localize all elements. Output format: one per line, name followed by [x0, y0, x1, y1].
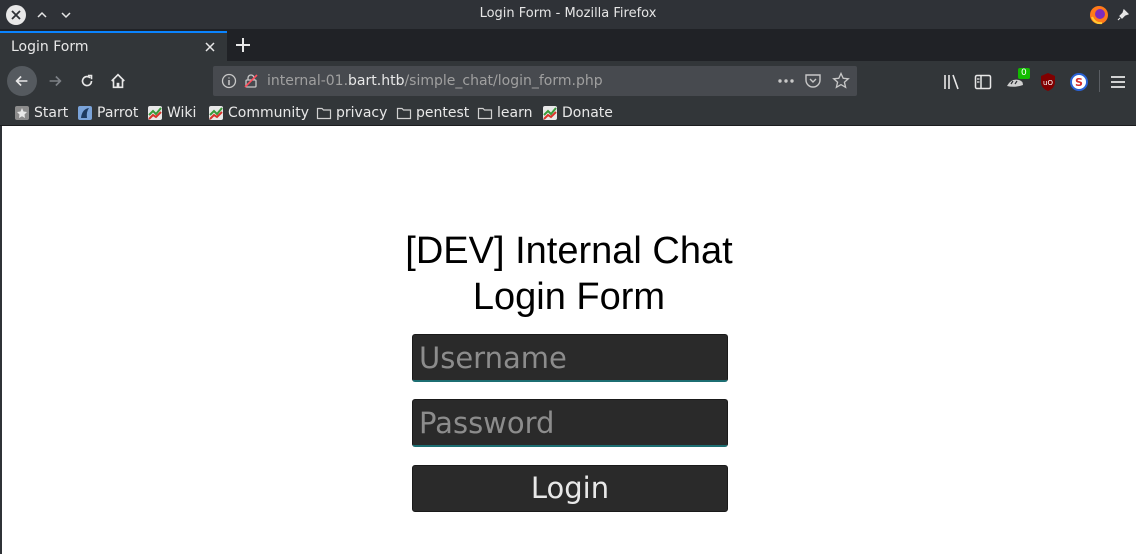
- login-button[interactable]: Login: [412, 465, 728, 512]
- arrow-left-icon: [15, 75, 28, 87]
- bookmark-folder-learn[interactable]: learn: [477, 104, 532, 122]
- window-titlebar: Login Form - Mozilla Firefox: [0, 0, 1136, 29]
- extension-badge: 0: [1018, 68, 1030, 79]
- url-host-prefix: internal-01.: [267, 73, 349, 89]
- wiki-icon: [148, 106, 162, 120]
- arrow-right-icon: [49, 75, 62, 87]
- home-button[interactable]: [104, 67, 132, 95]
- url-host: bart.htb: [348, 73, 405, 89]
- bookmark-community[interactable]: Community: [208, 104, 309, 122]
- more-actions-icon[interactable]: [776, 72, 796, 90]
- navigation-toolbar: internal-01.bart.htb/simple_chat/login_f…: [0, 61, 1136, 101]
- toolbar-separator: [1099, 70, 1100, 92]
- folder-icon: [396, 107, 412, 120]
- svg-text:S: S: [1075, 76, 1083, 89]
- library-icon[interactable]: [942, 72, 962, 92]
- bookmark-folder-privacy[interactable]: privacy: [316, 104, 387, 122]
- tab-close-icon[interactable]: [203, 40, 217, 54]
- s-extension-icon[interactable]: S: [1069, 72, 1089, 92]
- bookmark-label: Community: [228, 105, 310, 121]
- bookmark-donate[interactable]: Donate: [542, 104, 613, 122]
- donate-icon: [543, 106, 557, 120]
- tab-login-form[interactable]: Login Form: [0, 31, 227, 61]
- bookmark-label: Wiki: [167, 105, 197, 121]
- bookmark-folder-pentest[interactable]: pentest: [396, 104, 469, 122]
- back-button[interactable]: [7, 66, 37, 96]
- hamburger-menu-icon[interactable]: [1108, 72, 1128, 92]
- bookmark-label: Start: [34, 105, 69, 121]
- bookmark-wiki[interactable]: Wiki: [147, 104, 196, 122]
- tab-label: Login Form: [11, 39, 89, 55]
- svg-text:uO: uO: [1043, 79, 1053, 87]
- bookmark-start[interactable]: Start: [14, 104, 68, 122]
- bookmark-label: learn: [497, 105, 533, 121]
- password-input[interactable]: [412, 399, 728, 447]
- username-input[interactable]: [412, 334, 728, 382]
- bookmark-label: Donate: [562, 105, 613, 121]
- url-bar[interactable]: internal-01.bart.htb/simple_chat/login_f…: [213, 66, 857, 96]
- bookmark-parrot[interactable]: Parrot: [77, 104, 138, 122]
- reload-icon: [81, 74, 93, 87]
- forward-button[interactable]: [41, 67, 69, 95]
- insecure-lock-icon[interactable]: [243, 73, 259, 89]
- page-title-line2: Login Form: [472, 276, 666, 318]
- info-icon[interactable]: [221, 73, 237, 89]
- community-icon: [209, 106, 223, 120]
- ublock-icon[interactable]: uO: [1038, 72, 1058, 92]
- tab-strip: Login Form: [0, 29, 1136, 61]
- page-title: [DEV] Internal Chat Login Form: [2, 228, 1136, 320]
- url-path: /simple_chat/login_form.php: [404, 73, 603, 89]
- pocket-icon[interactable]: [804, 72, 822, 90]
- bookmark-label: Parrot: [97, 105, 139, 121]
- window-title: Login Form - Mozilla Firefox: [479, 6, 657, 21]
- bookmark-label: pentest: [416, 105, 470, 121]
- folder-icon: [316, 107, 332, 120]
- bookmark-star-icon[interactable]: [832, 72, 850, 90]
- pin-icon[interactable]: [1113, 5, 1133, 25]
- page-content: [DEV] Internal Chat Login Form Login: [0, 126, 1136, 554]
- reload-button[interactable]: [73, 67, 101, 95]
- bookmarks-bar: Start Parrot Wiki Community privacy pent…: [0, 101, 1136, 126]
- new-tab-icon[interactable]: [233, 35, 253, 55]
- home-icon: [111, 73, 125, 89]
- start-icon: [15, 106, 29, 120]
- bookmark-label: privacy: [336, 105, 388, 121]
- url-text[interactable]: internal-01.bart.htb/simple_chat/login_f…: [267, 73, 603, 89]
- parrot-icon: [78, 106, 92, 120]
- folder-icon: [477, 107, 493, 120]
- sidebar-icon[interactable]: [973, 72, 993, 92]
- page-title-line1: [DEV] Internal Chat: [405, 230, 733, 272]
- firefox-logo-icon: [1089, 5, 1109, 25]
